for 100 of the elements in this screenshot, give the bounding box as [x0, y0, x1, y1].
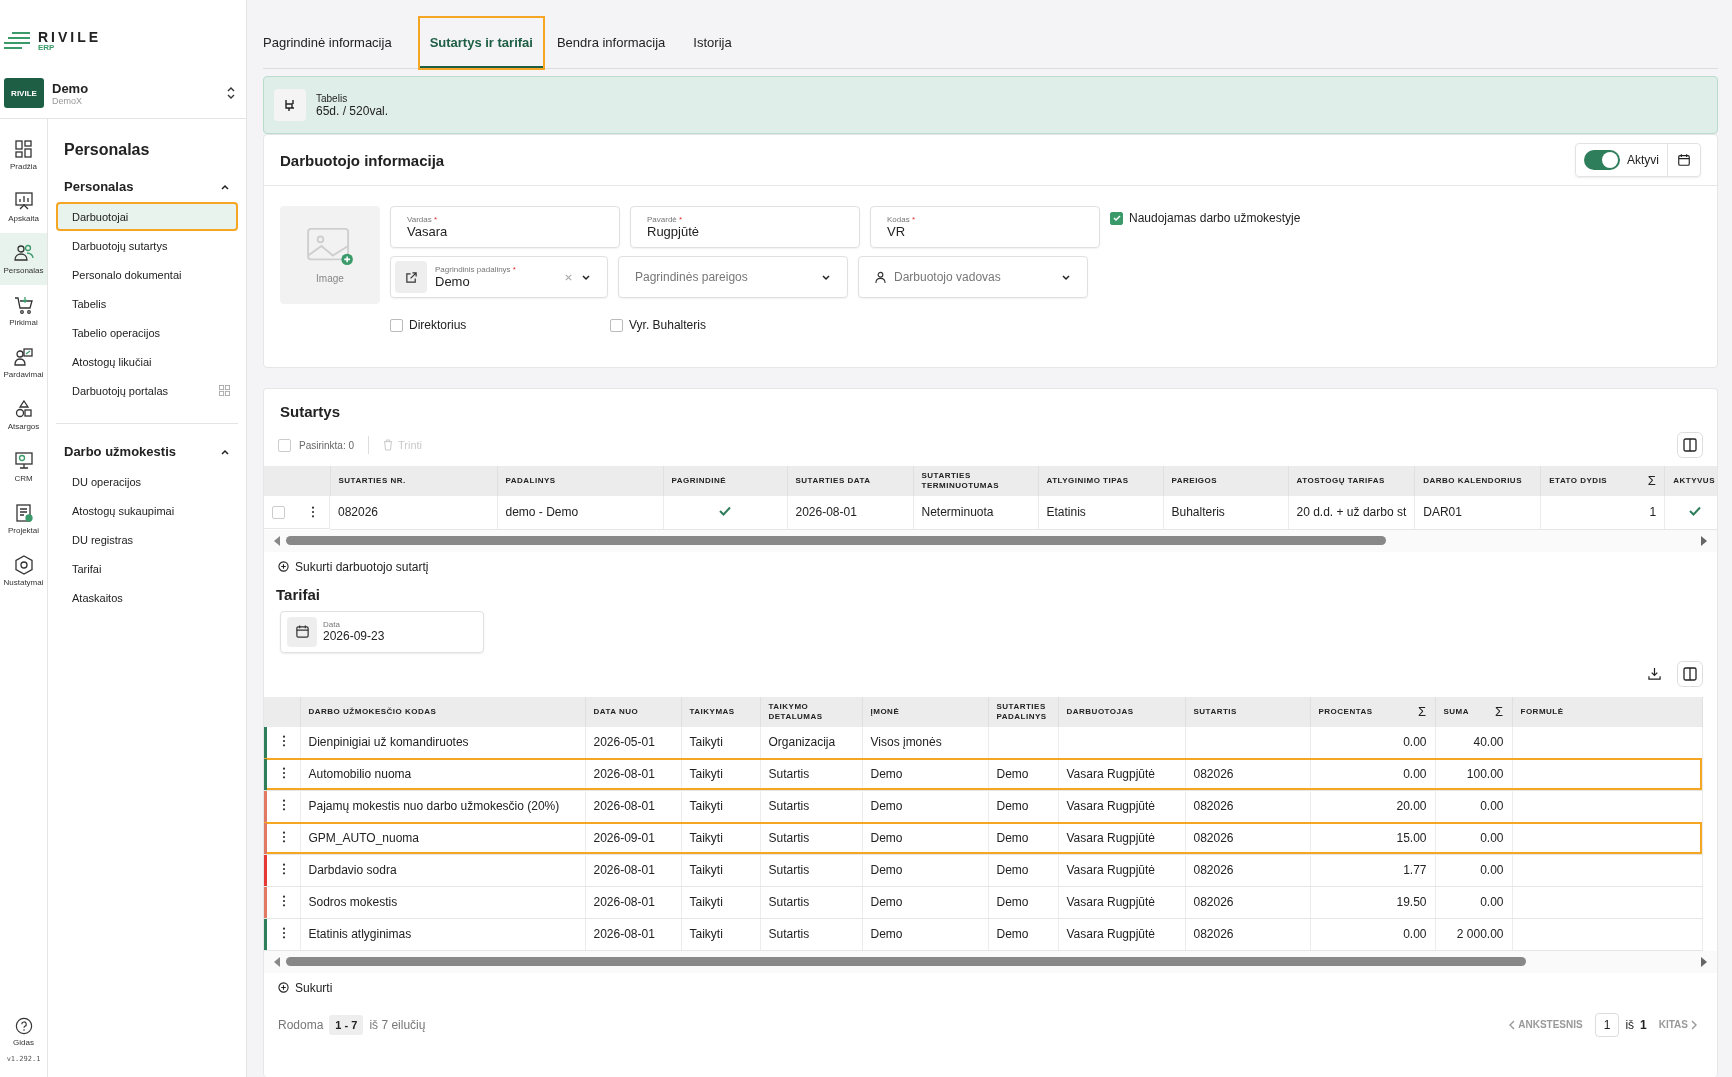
column-header[interactable]: ETATO DYDIS Σ [1540, 466, 1665, 496]
more-icon[interactable] [282, 830, 286, 843]
create-link[interactable]: Sukurti [264, 972, 347, 1003]
nav-item[interactable]: DU operacijos [56, 467, 238, 496]
rail-item[interactable]: Nustatymai [0, 545, 47, 597]
nav-item[interactable]: Personalo dokumentai [56, 260, 238, 289]
column-header[interactable]: ATLYGINIMO TIPAS [1038, 466, 1163, 496]
column-header[interactable]: PAREIGOS [1163, 466, 1288, 496]
column-header[interactable]: PAGRINDINĖ [663, 466, 787, 496]
table-cell: 40.00 [1473, 735, 1504, 749]
more-icon[interactable] [282, 734, 286, 747]
tab[interactable]: Pagrindinė informacija [263, 18, 406, 68]
manager-select[interactable]: Darbuotojo vadovas [858, 256, 1088, 298]
column-header[interactable]: ATOSTOGŲ TARIFAS [1288, 466, 1415, 496]
text-field[interactable]: Vardas * Vasara [390, 206, 620, 248]
columns-icon[interactable] [1677, 432, 1703, 458]
table-cell: Sutartis [768, 863, 810, 877]
rail-item[interactable]: Pirkimai [0, 285, 47, 337]
checkbox-label: Direktorius [409, 318, 467, 332]
more-icon[interactable] [282, 766, 286, 779]
table-cell: Dienpinigiai už komandiruotes [308, 735, 469, 749]
column-header[interactable]: SUMA Σ [1435, 696, 1512, 727]
column-header[interactable]: SUTARTIS [1185, 696, 1310, 727]
logo-text: RIVILE [38, 30, 102, 44]
external-link-icon[interactable] [404, 270, 418, 284]
column-header[interactable]: PROCENTAS Σ [1310, 696, 1435, 727]
column-header[interactable]: PADALINYS [497, 466, 663, 496]
table-cell: 2026-08-01 [593, 895, 655, 909]
table-cell: Demo [870, 799, 903, 813]
more-icon[interactable] [282, 926, 286, 939]
nav-item[interactable]: Ataskaitos [56, 583, 238, 612]
rail-item[interactable]: Projektai [0, 493, 47, 545]
horizontal-scrollbar[interactable] [264, 529, 1717, 552]
table-cell: GPM_AUTO_nuoma [308, 831, 419, 845]
columns-icon[interactable] [1677, 660, 1703, 687]
nav-item[interactable]: Darbuotojų sutartys [56, 231, 238, 260]
tab[interactable]: Bendra informacija [556, 18, 680, 68]
column-header[interactable]: SUTARTIES NR. [330, 466, 497, 496]
table-cell: 0.00 [1480, 895, 1504, 909]
page-field[interactable]: 1 [1594, 1012, 1620, 1037]
checkbox[interactable] [390, 318, 403, 332]
rail-item[interactable]: Apskaita [0, 181, 47, 233]
table-cell: Demo [870, 863, 903, 877]
table-cell: Taikyti [689, 831, 723, 845]
company-switcher[interactable]: RIVILE Demo DemoX [0, 64, 246, 119]
column-header[interactable]: AKTYVUS [1664, 466, 1717, 496]
nav-item[interactable]: Atostogų sukaupimai [56, 496, 238, 525]
more-icon[interactable] [282, 862, 286, 875]
column-header[interactable]: TAIKYMO DETALUMAS [760, 696, 862, 727]
column-header[interactable]: DATA NUO [585, 696, 681, 727]
nav-item[interactable]: Tarifai [56, 554, 238, 583]
tab[interactable]: Sutartys ir tarifai [419, 18, 543, 68]
nav-item[interactable]: Atostogų likučiai [56, 347, 238, 376]
nav-item[interactable]: Tabelis [56, 289, 238, 318]
checkbox[interactable] [278, 438, 291, 452]
banner-value: 65d. / 520val. [316, 103, 389, 118]
table-cell: Taikyti [689, 767, 723, 781]
checkbox[interactable] [1110, 211, 1123, 225]
more-icon[interactable] [282, 798, 286, 811]
chevron-down-icon [821, 272, 831, 282]
toggle-switch[interactable] [1584, 150, 1620, 170]
checkbox[interactable] [610, 318, 623, 332]
nav-group-header[interactable]: Darbo užmokestis [56, 438, 238, 467]
horizontal-scrollbar[interactable] [264, 950, 1717, 973]
column-header[interactable]: SUTARTIES DATA [787, 466, 913, 496]
column-header[interactable]: SUTARTIES TERMINUOTUMAS [913, 466, 1038, 496]
nav-item[interactable]: Darbuotojai [56, 202, 238, 231]
more-icon[interactable] [311, 506, 315, 518]
column-header[interactable]: DARBO KALENDORIUS [1414, 466, 1541, 496]
pagination-text: iš 7 eilučių [369, 1017, 426, 1032]
text-field[interactable]: Kodas * VR [870, 206, 1100, 248]
position-select[interactable]: Pagrindinės pareigos [618, 256, 848, 298]
rail-item[interactable]: Pardavimai [0, 337, 47, 389]
download-icon[interactable] [1648, 667, 1661, 680]
nav-item[interactable]: Tabelio operacijos [56, 318, 238, 347]
rail-item[interactable]: CRM [0, 441, 47, 493]
table-cell: 0.00 [1403, 735, 1427, 749]
column-header[interactable]: SUTARTIES PADALINYS [988, 696, 1058, 727]
create-contract-link[interactable]: Sukurti darbuotojo sutartį [264, 551, 443, 582]
checkbox[interactable] [272, 505, 285, 519]
column-header[interactable]: ĮMONĖ [862, 696, 988, 727]
nav-group-header[interactable]: Personalas [56, 173, 238, 202]
dashboard-icon [13, 139, 34, 159]
column-header[interactable]: TAIKYMAS [681, 696, 760, 727]
column-header[interactable]: DARBUOTOJAS [1058, 696, 1185, 727]
tab[interactable]: Istorija [693, 18, 746, 68]
nav-item[interactable]: DU registras [56, 525, 238, 554]
table-cell: Demo [870, 767, 903, 781]
column-header[interactable]: FORMULĖ [1512, 696, 1702, 727]
rail-item[interactable]: Pradžia [0, 129, 47, 181]
rail-item[interactable]: Atsargos [0, 389, 47, 441]
more-icon[interactable] [282, 894, 286, 907]
nav-item[interactable]: Darbuotojų portalas [56, 376, 238, 405]
column-header[interactable]: DARBO UŽMOKESČIO KODAS [300, 696, 585, 727]
text-field[interactable]: Pavardė * Rugpjūtė [630, 206, 860, 248]
table-cell: 0.00 [1403, 927, 1427, 941]
rail-item[interactable]: Personalas [0, 233, 47, 285]
department-select[interactable]: Pagrindinis padalinys * Demo [390, 256, 608, 298]
date-field[interactable]: Data 2026-09-23 [280, 610, 484, 653]
help-icon[interactable] [14, 1017, 33, 1035]
